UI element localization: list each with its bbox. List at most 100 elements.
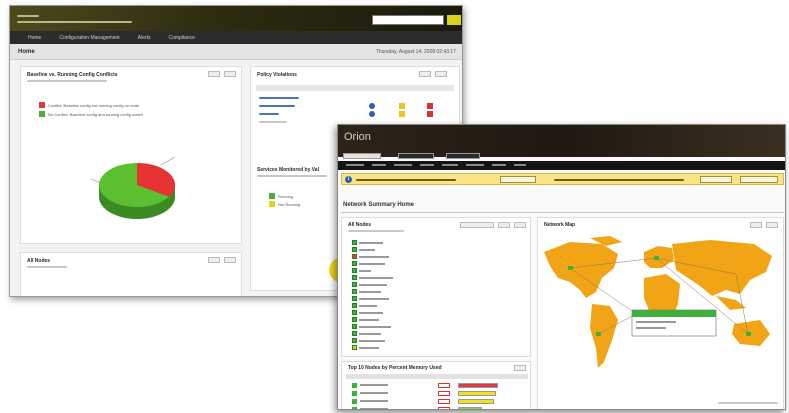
- notification-action-button[interactable]: [500, 176, 536, 183]
- nav-item-home[interactable]: Home: [28, 35, 41, 41]
- map-node-marker[interactable]: [746, 332, 751, 336]
- critical-icon: [427, 111, 433, 117]
- node-tree-item[interactable]: [352, 261, 385, 266]
- node-name: [359, 262, 385, 265]
- view-tab[interactable]: [398, 153, 434, 159]
- panel-title: All Nodes: [27, 258, 51, 264]
- notification-action-button[interactable]: [700, 176, 732, 183]
- help-button[interactable]: [514, 365, 526, 371]
- percent-cell: [438, 399, 450, 404]
- panel-title: Baseline vs. Running Config Conflicts: [27, 72, 118, 78]
- network-map-panel: Network Map: [537, 217, 784, 409]
- node-name: [359, 318, 379, 321]
- node-status-icon: [352, 338, 357, 343]
- view-tab[interactable]: [343, 153, 381, 159]
- node-name: [359, 311, 383, 314]
- node-tree-item[interactable]: [352, 338, 385, 343]
- edit-button[interactable]: [208, 257, 220, 263]
- node-name: [360, 400, 388, 402]
- nav-item[interactable]: [420, 164, 434, 166]
- node-name: [359, 248, 375, 251]
- node-status-icon: [352, 240, 357, 245]
- node-tree-item[interactable]: [352, 275, 393, 280]
- percent-cell: [438, 391, 450, 396]
- node-tree-item[interactable]: [352, 240, 383, 245]
- edit-button[interactable]: [208, 71, 220, 77]
- notification-bar: i: [341, 173, 784, 185]
- config-conflicts-panel: Baseline vs. Running Config Conflicts Co…: [20, 66, 242, 244]
- node-name: [359, 241, 383, 244]
- node-tree-item[interactable]: [352, 296, 389, 301]
- node-tree-item[interactable]: [352, 303, 377, 308]
- view-tab[interactable]: [446, 153, 480, 159]
- node-status-icon: [352, 289, 357, 294]
- node-tree-item[interactable]: [352, 317, 379, 322]
- node-name: [359, 255, 389, 258]
- node-tree-item[interactable]: [352, 282, 387, 287]
- map-node-marker[interactable]: [654, 256, 659, 260]
- node-tree-item[interactable]: [352, 268, 371, 273]
- help-button[interactable]: [514, 222, 526, 228]
- top-nodes-memory-panel: Top 10 Nodes by Percent Memory Used: [341, 361, 531, 409]
- orion-window-front: Orion i Network Summary Home All Nodes T…: [337, 124, 786, 410]
- nav-item-config-management[interactable]: Configuration Management: [59, 35, 119, 41]
- help-button[interactable]: [224, 257, 236, 263]
- node-tree-item[interactable]: [352, 310, 383, 315]
- nav-item[interactable]: [492, 164, 506, 166]
- nav-item-compliance[interactable]: Compliance: [168, 35, 194, 41]
- node-name: [359, 332, 381, 335]
- policy-row-name[interactable]: [259, 105, 295, 107]
- nav-item-alerts[interactable]: Alerts: [138, 35, 151, 41]
- node-tree-item[interactable]: [352, 289, 381, 294]
- panel-title: Policy Violations: [257, 72, 297, 78]
- edit-button[interactable]: [498, 222, 510, 228]
- edit-button[interactable]: [419, 71, 431, 77]
- map-node-marker[interactable]: [568, 266, 573, 270]
- brand-logo: Orion: [344, 131, 371, 143]
- edit-button[interactable]: [750, 222, 762, 228]
- map-node-marker[interactable]: [596, 332, 601, 336]
- warning-icon: [399, 111, 405, 117]
- nav-item[interactable]: [346, 164, 364, 166]
- policy-row-name[interactable]: [259, 97, 299, 99]
- node-tree-item[interactable]: [352, 247, 375, 252]
- legend-item-running: Running: [269, 193, 293, 199]
- node-tree-item[interactable]: [352, 331, 381, 336]
- node-name: [359, 339, 385, 342]
- title-divider: [341, 212, 784, 213]
- map-popup-line: [636, 321, 676, 323]
- node-status-icon: [352, 275, 357, 280]
- nav-item[interactable]: [466, 164, 484, 166]
- nav-item[interactable]: [442, 164, 458, 166]
- notification-action-button[interactable]: [740, 176, 778, 183]
- node-tree-item[interactable]: [352, 254, 389, 259]
- panel-subtitle-line: [348, 230, 404, 232]
- all-nodes-panel: All Nodes: [20, 252, 242, 296]
- help-button[interactable]: [435, 71, 447, 77]
- manage-nodes-button[interactable]: [460, 222, 494, 228]
- search-input[interactable]: [372, 15, 444, 25]
- help-button[interactable]: [766, 222, 778, 228]
- node-name: [359, 325, 391, 328]
- node-status-icon: [352, 345, 357, 350]
- nav-item[interactable]: [372, 164, 386, 166]
- legend-item-conflict: Conflict: Baseline config not running co…: [39, 102, 139, 108]
- legend-item-not-running: Not Running: [269, 201, 300, 207]
- node-name: [359, 283, 387, 286]
- help-button[interactable]: [224, 71, 236, 77]
- node-status-icon: [352, 296, 357, 301]
- pie-leader-line: [90, 178, 102, 184]
- node-tree-item[interactable]: [352, 345, 379, 350]
- pie-leader-line: [160, 156, 176, 166]
- brand-tagline-line: [17, 21, 132, 23]
- nav-item[interactable]: [514, 164, 526, 166]
- node-status-icon: [352, 391, 357, 396]
- info-icon: [369, 111, 375, 117]
- nav-item[interactable]: [394, 164, 412, 166]
- search-go-button[interactable]: [447, 15, 461, 25]
- table-row[interactable]: [352, 405, 502, 409]
- page-date: Thursday, August 14, 2008 02:43:17: [375, 49, 456, 55]
- policy-row-name[interactable]: [259, 113, 279, 115]
- percent-cell: [438, 383, 450, 388]
- node-tree-item[interactable]: [352, 324, 391, 329]
